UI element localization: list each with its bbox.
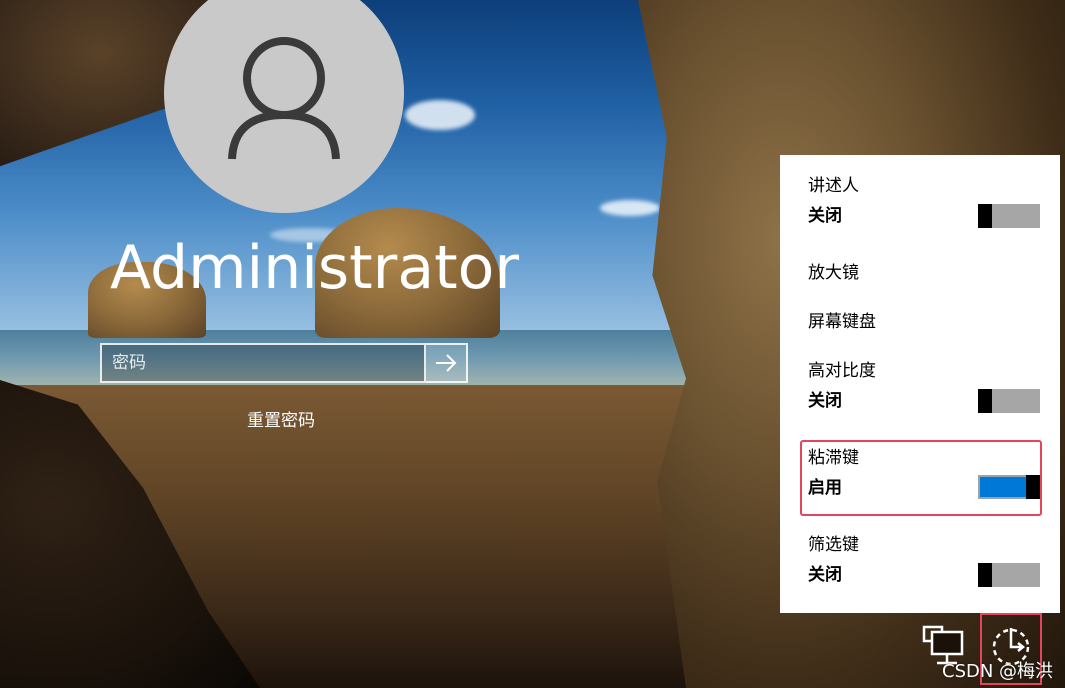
magnifier-item[interactable]: 放大镜 [808, 262, 1038, 284]
submit-button[interactable] [426, 343, 468, 383]
high-contrast-toggle[interactable] [978, 389, 1040, 413]
cloud [405, 100, 475, 130]
magnifier-label: 放大镜 [808, 263, 859, 283]
ease-of-access-flyout: 讲述人 关闭 放大镜 屏幕键盘 高对比度 关闭 粘滞键 启用 筛选键 关闭 [780, 155, 1060, 613]
toggle-thumb [978, 389, 992, 413]
high-contrast-label: 高对比度 [808, 361, 876, 381]
on-screen-keyboard-item[interactable]: 屏幕键盘 [808, 311, 1038, 333]
high-contrast-item[interactable]: 高对比度 关闭 [808, 360, 1040, 413]
user-icon [228, 37, 340, 160]
cloud [600, 200, 660, 216]
reset-password-link[interactable]: 重置密码 [247, 406, 315, 431]
sticky-keys-highlight [800, 440, 1042, 516]
username-label: Administrator [110, 233, 520, 303]
filter-keys-label: 筛选键 [808, 535, 859, 555]
narrator-label: 讲述人 [808, 176, 859, 196]
toggle-thumb [978, 204, 992, 228]
filter-keys-item[interactable]: 筛选键 关闭 [808, 534, 1040, 587]
password-field-frame[interactable] [100, 343, 426, 383]
toggle-thumb [978, 563, 992, 587]
narrator-item[interactable]: 讲述人 关闭 [808, 175, 1040, 228]
on-screen-keyboard-label: 屏幕键盘 [808, 312, 876, 332]
password-input[interactable] [102, 345, 424, 381]
narrator-toggle[interactable] [978, 204, 1040, 228]
filter-keys-toggle[interactable] [978, 563, 1040, 587]
watermark-text: CSDN @梅洪 [942, 661, 1054, 682]
arrow-right-icon [436, 354, 457, 372]
